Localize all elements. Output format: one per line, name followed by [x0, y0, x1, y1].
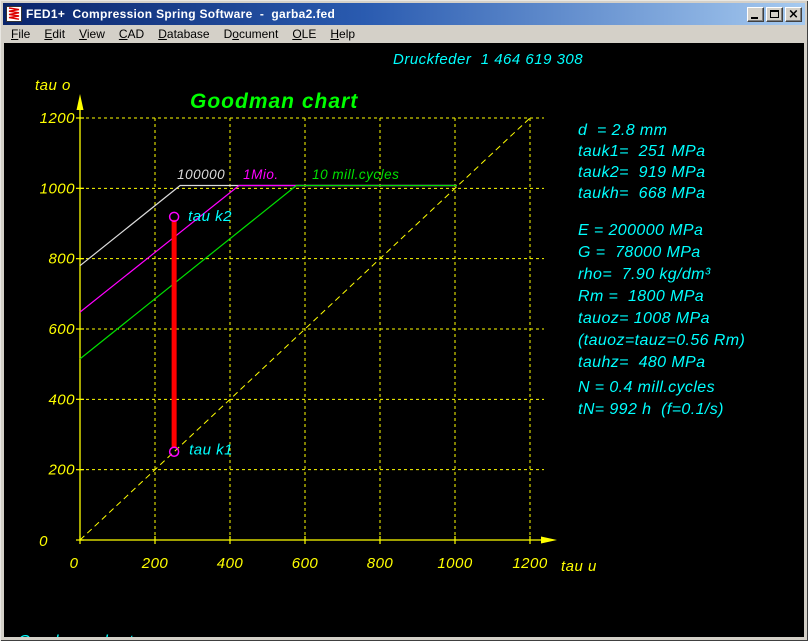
maximize-button[interactable]	[766, 7, 783, 22]
x-tick-label: 200	[141, 555, 169, 572]
menu-item-file[interactable]: File	[4, 25, 37, 43]
annotation-line: (tauoz=tauz=0.56 Rm)	[578, 332, 745, 354]
annotation-line: rho= 7.90 kg/dm³	[578, 266, 745, 288]
x-axis-arrow	[541, 537, 557, 544]
annotation-line: tauoz= 1008 MPa	[578, 310, 745, 332]
menu-item-cad[interactable]: CAD	[112, 25, 151, 43]
series-line	[80, 186, 457, 359]
x-tick-label: 1200	[512, 555, 548, 572]
close-icon: ×	[788, 9, 799, 20]
menubar: FileEditViewCADDatabaseDocumentOLEHelp	[3, 25, 805, 43]
annotation-line: d = 2.8 mm	[578, 122, 705, 143]
app-window: FED1+ Compression Spring Software - garb…	[0, 0, 808, 641]
minimize-button[interactable]	[747, 7, 764, 22]
drawing-subtitle: Druckfeder 1 464 619 308	[393, 51, 583, 68]
material-data-block: E = 200000 MPaG = 78000 MParho= 7.90 kg/…	[578, 222, 745, 376]
series-label: 100000	[177, 167, 225, 182]
minimize-icon	[751, 17, 758, 19]
y-axis-arrow	[77, 94, 84, 110]
annotation-line: E = 200000 MPa	[578, 222, 745, 244]
window-title: FED1+ Compression Spring Software - garb…	[26, 7, 747, 21]
series-label: 10 mill.cycles	[312, 167, 399, 182]
x-tick-label: 1000	[437, 555, 473, 572]
spring-data-block: d = 2.8 mmtauk1= 251 MPatauk2= 919 MPata…	[578, 122, 705, 206]
menu-item-database[interactable]: Database	[151, 25, 216, 43]
series-label: 1Mio.	[243, 167, 279, 182]
chart-title: Goodman chart	[190, 90, 358, 113]
menu-item-ole[interactable]: OLE	[285, 25, 323, 43]
annotation-line: G = 78000 MPa	[578, 244, 745, 266]
annotation-line: taukh= 668 MPa	[578, 185, 705, 206]
maximize-icon	[770, 10, 779, 18]
y-tick-label: 0	[39, 533, 48, 550]
x-tick-label: 600	[292, 555, 319, 572]
series-line	[80, 186, 457, 266]
y-tick-label: 800	[48, 251, 75, 268]
y-tick-label: 400	[48, 391, 75, 408]
menu-item-document[interactable]: Document	[217, 25, 286, 43]
y-tick-label: 200	[47, 462, 75, 479]
menu-item-edit[interactable]: Edit	[37, 25, 72, 43]
annotation-line: N = 0.4 mill.cycles	[578, 379, 724, 401]
y-axis-label: tau o	[35, 77, 71, 94]
annotation-line: tauk1= 251 MPa	[578, 143, 705, 164]
menu-item-view[interactable]: View	[72, 25, 112, 43]
tau-k1-marker	[170, 447, 179, 456]
annotation-line: Rm = 1800 MPa	[578, 288, 745, 310]
tau-k1-label: tau k1	[189, 442, 233, 459]
annotation-line: tauhz= 480 MPa	[578, 354, 745, 376]
y-tick-label: 1200	[40, 110, 76, 127]
tau-k2-label: tau k2	[188, 208, 232, 225]
x-tick-label: 0	[70, 555, 79, 572]
series-line	[80, 186, 457, 313]
footer-chart-name: Goodman chart	[18, 631, 414, 637]
y-tick-label: 600	[48, 321, 75, 338]
annotation-line: tauk2= 919 MPa	[578, 164, 705, 185]
y-tick-label: 1000	[40, 180, 76, 197]
close-button[interactable]: ×	[785, 7, 802, 22]
footer-text: Goodman chart EN 10270-3-1.4568 (DIN 172…	[18, 589, 414, 637]
menu-item-help[interactable]: Help	[323, 25, 362, 43]
spring-icon	[6, 6, 22, 22]
x-tick-label: 800	[367, 555, 394, 572]
x-tick-label: 400	[217, 555, 244, 572]
x-axis-label: tau u	[561, 558, 597, 575]
annotation-line: tN= 992 h (f=0.1/s)	[578, 401, 724, 423]
cycles-data-block: N = 0.4 mill.cyclestN= 992 h (f=0.1/s)	[578, 379, 724, 423]
chart-canvas: 0 200 400 600 800 1000 1200 0 200 400 600 800 1000 12…	[4, 43, 804, 637]
titlebar: FED1+ Compression Spring Software - garb…	[3, 3, 805, 25]
